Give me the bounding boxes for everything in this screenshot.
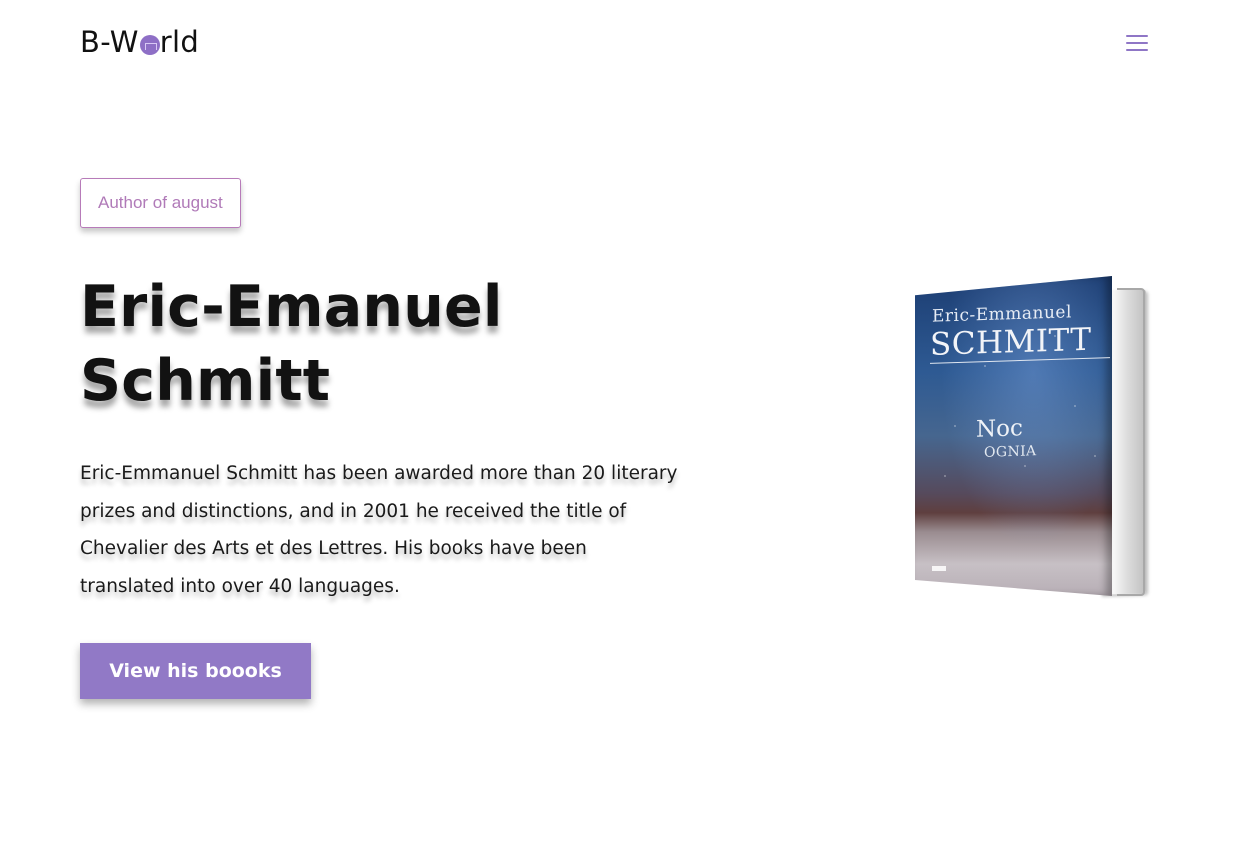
- book-back-edge: [1117, 288, 1145, 596]
- site-logo[interactable]: B-W rld: [80, 24, 199, 60]
- hamburger-menu-icon[interactable]: [1124, 32, 1150, 54]
- author-description: Eric-Emmanuel Schmitt has been awarded m…: [80, 463, 678, 598]
- book-author-last: SCHMITT: [930, 321, 1110, 364]
- logo-text-end: rld: [159, 25, 200, 59]
- view-books-button[interactable]: View his boooks: [80, 643, 311, 699]
- publisher-logo: [932, 566, 946, 571]
- page-title: Eric-Emanuel Schmitt: [80, 274, 503, 414]
- book-cover-image: Eric-Emmanuel SCHMITT Noc OGNIA: [914, 276, 1150, 600]
- author-of-month-badge: Author of august: [80, 178, 241, 228]
- book-subtitle: OGNIA: [984, 443, 1037, 461]
- globe-icon: [139, 35, 160, 55]
- book-title: Noc: [976, 415, 1023, 443]
- logo-text-start: B-W: [80, 25, 139, 59]
